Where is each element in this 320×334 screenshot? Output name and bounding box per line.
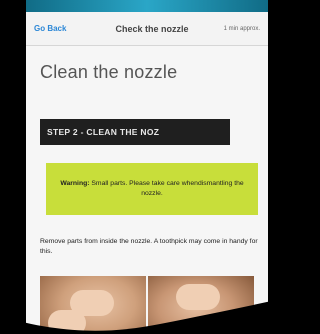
top-accent-strip	[0, 0, 294, 12]
back-button[interactable]: Go Back	[34, 24, 86, 33]
duration-label: 1 min approx.	[223, 25, 260, 32]
warning-label: Warning:	[60, 180, 90, 188]
app-screen: Go Back Check the nozzle 1 min approx. C…	[26, 12, 268, 334]
right-border	[268, 0, 294, 334]
page-title: Clean the nozzle	[40, 62, 178, 82]
warning-text: Warning: Small parts. Please take care w…	[58, 179, 246, 199]
navigation-bar: Go Back Check the nozzle 1 min approx.	[26, 12, 268, 46]
left-border	[0, 0, 26, 334]
warning-box: Warning: Small parts. Please take care w…	[46, 163, 258, 215]
nav-title: Check the nozzle	[115, 23, 189, 34]
warning-message: Small parts. Please take care whendisman…	[89, 180, 244, 197]
decorative-wave	[0, 296, 294, 334]
step-banner: STEP 2 - CLEAN THE NOZ	[40, 119, 230, 145]
instruction-text: Remove parts from inside the nozzle. A t…	[40, 238, 258, 256]
